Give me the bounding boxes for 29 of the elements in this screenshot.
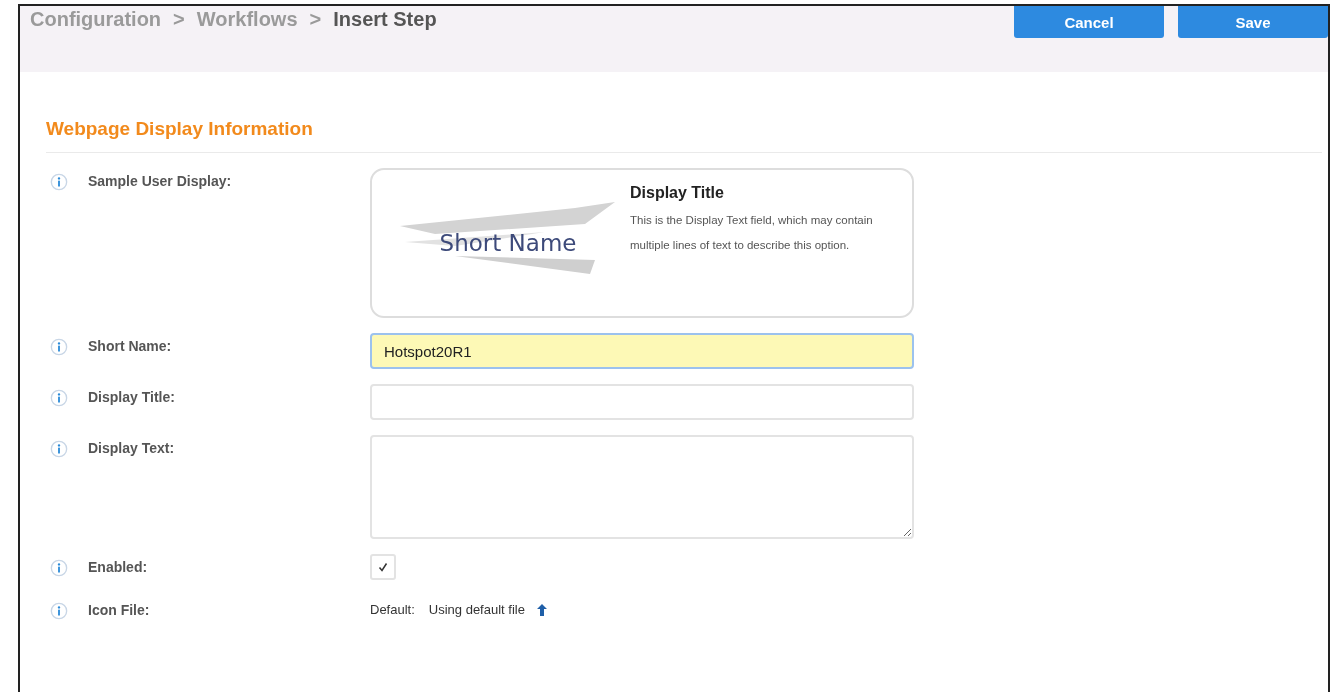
info-icon[interactable] [50, 173, 68, 191]
breadcrumb-current: Insert Step [333, 8, 437, 31]
breadcrumb-separator: > [173, 8, 185, 31]
breadcrumb-separator: > [309, 8, 322, 31]
checkbox[interactable] [370, 554, 396, 580]
field-label: Short Name: [88, 337, 173, 354]
header-button[interactable]: Save [1178, 6, 1328, 38]
info-icon[interactable] [50, 559, 68, 577]
field-label: Enabled: [88, 558, 149, 575]
info-icon[interactable] [50, 440, 68, 458]
info-icon[interactable] [50, 389, 68, 407]
file-option: Default: [370, 597, 415, 617]
field-label: Display Text: [88, 439, 176, 456]
header-button[interactable]: Cancel [1014, 6, 1164, 38]
check-icon [377, 561, 389, 573]
breadcrumb-link[interactable]: Configuration [30, 8, 162, 31]
text-field[interactable] [370, 384, 914, 420]
breadcrumb-link[interactable]: Workflows [196, 8, 298, 31]
preview-short-name: Short Name [439, 230, 577, 256]
field-label: Icon File: [88, 601, 151, 618]
info-icon[interactable] [50, 602, 68, 620]
info-icon[interactable] [50, 338, 68, 356]
preview-description: This is the Display Text field, which may contain multiple lines of text to describe this option. [630, 213, 874, 253]
file-status: Using default file [428, 601, 525, 617]
field-label: Display Title: [88, 388, 176, 405]
section-title: Webpage Display Information [46, 117, 314, 140]
preview-title: Display Title [630, 184, 725, 202]
field-label: Sample User Display: [88, 172, 233, 189]
text-field[interactable]: Hotspot20R1 [370, 333, 914, 369]
